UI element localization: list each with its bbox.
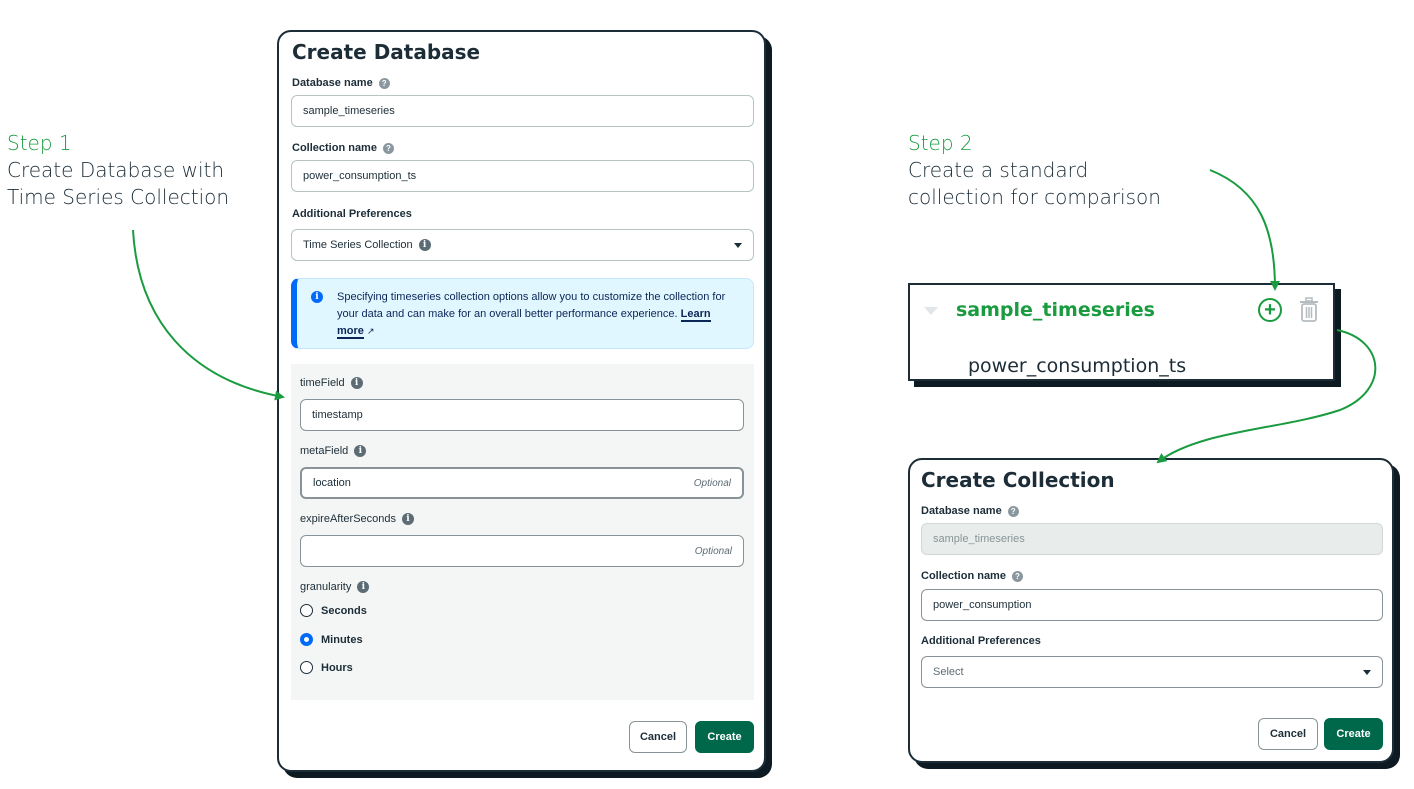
arrow-step1 (132, 229, 285, 401)
arrow-to-create-collection (1156, 329, 1377, 464)
annotation-arrows (132, 169, 1377, 464)
arrow-step2 (1209, 169, 1280, 291)
